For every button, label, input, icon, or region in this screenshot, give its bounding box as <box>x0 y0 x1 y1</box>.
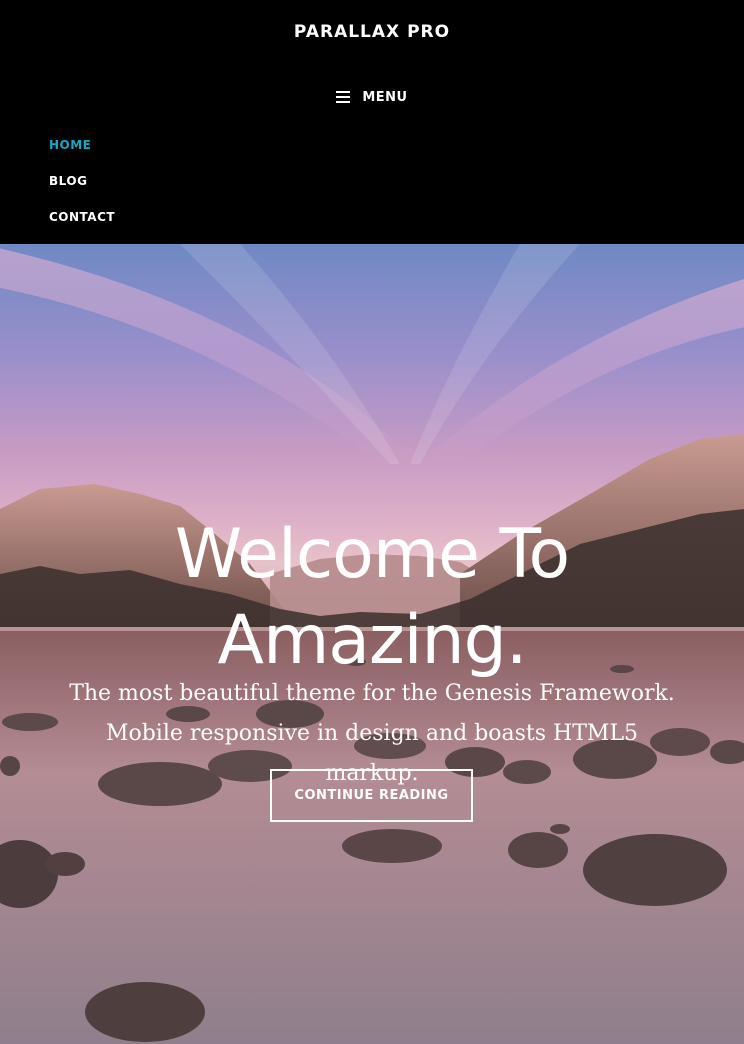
primary-nav: HOME BLOG CONTACT <box>49 137 115 245</box>
hero-section: Welcome To Amazing. The most beautiful t… <box>0 244 744 1044</box>
hero-description-line-1: The most beautiful theme for the Genesis… <box>69 681 675 706</box>
hero-title: Welcome To Amazing. <box>0 512 744 684</box>
nav-item-home: HOME <box>49 137 115 173</box>
site-header: PARALLAX PRO MENU HOME BLOG CONTACT <box>0 0 744 244</box>
nav-link-blog[interactable]: BLOG <box>49 174 87 189</box>
hero-title-line-1: Welcome To <box>174 514 570 594</box>
hero-title-line-2: Amazing. <box>217 600 528 680</box>
site-title[interactable]: PARALLAX PRO <box>0 22 744 42</box>
continue-reading-button[interactable]: CONTINUE READING <box>270 769 473 822</box>
menu-label: MENU <box>362 89 408 105</box>
nav-item-blog: BLOG <box>49 173 115 209</box>
nav-link-home[interactable]: HOME <box>49 138 91 153</box>
nav-item-contact: CONTACT <box>49 209 115 245</box>
menu-toggle-button[interactable]: MENU <box>0 86 744 108</box>
hamburger-icon <box>336 91 351 103</box>
nav-link-contact[interactable]: CONTACT <box>49 210 115 225</box>
